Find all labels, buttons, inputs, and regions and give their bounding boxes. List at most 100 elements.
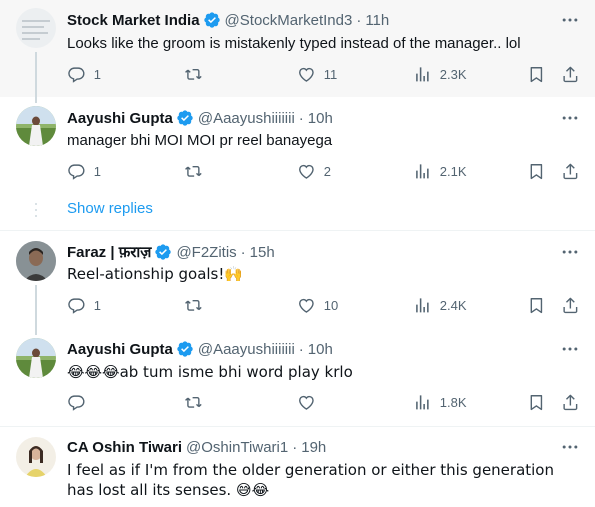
view-count: 2.4K <box>439 297 467 313</box>
bookmark-button[interactable] <box>527 162 546 181</box>
avatar[interactable] <box>16 8 56 48</box>
tweet-header: Stock Market India @StockMarketInd3 · 11… <box>67 10 545 30</box>
separator: · <box>298 340 304 358</box>
share-button[interactable] <box>561 162 580 181</box>
separator: · <box>240 243 246 261</box>
reply-button[interactable]: 1 <box>67 65 101 84</box>
reply-button[interactable]: 1 <box>67 162 101 181</box>
tweet-header: Aayushi Gupta @Aaayushiiiiiii · 10h <box>67 108 545 128</box>
retweet-button[interactable] <box>184 162 203 181</box>
more-icon[interactable] <box>559 10 581 30</box>
avatar[interactable] <box>16 106 56 146</box>
retweet-icon <box>184 393 203 412</box>
bookmark-button[interactable] <box>527 296 546 315</box>
timestamp[interactable]: 10h <box>308 110 333 127</box>
bookmark-button[interactable] <box>527 393 546 412</box>
view-count: 2.3K <box>439 66 467 82</box>
views-icon <box>413 296 432 315</box>
like-icon <box>297 296 316 315</box>
reply-button[interactable]: 1 <box>67 296 101 315</box>
more-icon[interactable] <box>559 242 581 262</box>
reply-icon <box>67 65 86 84</box>
tweet-1[interactable]: Stock Market India @StockMarketInd3 · 11… <box>0 0 595 97</box>
tweet-text: Reel-ationship goals!🙌 <box>67 265 244 283</box>
like-count: 11 <box>323 66 338 82</box>
views-button[interactable]: 2.3K <box>413 65 467 84</box>
tweet-header: Aayushi Gupta @Aaayushiiiiiii · 10h <box>67 339 545 359</box>
reply-count: 1 <box>93 163 101 179</box>
more-icon[interactable] <box>559 339 581 359</box>
tweet-5[interactable]: CA Oshin Tiwari @OshinTiwari1 · 19h I fe… <box>0 427 595 507</box>
action-bar: 1 2 2.1K <box>67 162 579 182</box>
show-replies-link[interactable]: Show replies <box>67 200 153 217</box>
avatar[interactable] <box>16 241 56 281</box>
tweet-4[interactable]: Aayushi Gupta @Aaayushiiiiiii · 10h 😂😂😂a… <box>0 329 595 426</box>
separator: · <box>292 438 298 456</box>
reply-icon <box>67 162 86 181</box>
author-name[interactable]: Aayushi Gupta <box>67 110 173 127</box>
separator: · <box>356 11 362 29</box>
more-icon[interactable] <box>559 108 581 128</box>
views-button[interactable]: 2.4K <box>413 296 467 315</box>
retweet-button[interactable] <box>184 65 203 84</box>
author-handle[interactable]: @Aaayushiiiiiii <box>198 110 295 127</box>
action-bar: 1 11 2.3K <box>67 65 579 85</box>
share-icon <box>561 296 580 315</box>
author-name[interactable]: Aayushi Gupta <box>67 341 173 358</box>
author-handle[interactable]: @F2Zitis <box>176 244 236 261</box>
retweet-icon <box>184 65 203 84</box>
bookmark-icon <box>527 296 546 315</box>
author-handle[interactable]: @Aaayushiiiiiii <box>198 341 295 358</box>
bookmark-icon <box>527 162 546 181</box>
retweet-icon <box>184 162 203 181</box>
author-name[interactable]: CA Oshin Tiwari <box>67 439 182 456</box>
timestamp[interactable]: 15h <box>250 244 275 261</box>
more-icon[interactable] <box>559 437 581 457</box>
timestamp[interactable]: 10h <box>308 341 333 358</box>
like-button[interactable] <box>297 393 316 412</box>
verified-badge-icon <box>203 11 221 29</box>
views-button[interactable]: 2.1K <box>413 162 467 181</box>
views-icon <box>413 162 432 181</box>
thread-line <box>35 285 37 329</box>
reply-button[interactable] <box>67 393 86 412</box>
share-button[interactable] <box>561 296 580 315</box>
retweet-button[interactable] <box>184 393 203 412</box>
tweet-3[interactable]: Faraz | फ़राज़ @F2Zitis · 15h Reel-ation… <box>0 231 595 329</box>
share-button[interactable] <box>561 65 580 84</box>
verified-badge-icon <box>176 109 194 127</box>
author-handle[interactable]: @OshinTiwari1 <box>186 439 288 456</box>
like-button[interactable]: 2 <box>297 162 331 181</box>
author-name[interactable]: Faraz | फ़राज़ <box>67 242 151 262</box>
view-count: 1.8K <box>439 394 467 410</box>
share-button[interactable] <box>561 393 580 412</box>
share-icon <box>561 162 580 181</box>
reply-icon <box>67 296 86 315</box>
bookmark-button[interactable] <box>527 65 546 84</box>
views-button[interactable]: 1.8K <box>413 393 467 412</box>
retweet-icon <box>184 296 203 315</box>
views-icon <box>413 65 432 84</box>
like-icon <box>297 65 316 84</box>
like-count: 2 <box>323 163 331 179</box>
tweet-text: 😂😂😂ab tum isme bhi word play krlo <box>67 363 353 381</box>
reply-icon <box>67 393 86 412</box>
author-name[interactable]: Stock Market India <box>67 12 200 29</box>
verified-badge-icon <box>176 340 194 358</box>
tweet-2[interactable]: Aayushi Gupta @Aaayushiiiiiii · 10h mana… <box>0 97 595 195</box>
like-button[interactable]: 11 <box>297 65 337 84</box>
tweet-text: manager bhi MOI MOI pr reel banayega <box>67 132 333 149</box>
timestamp[interactable]: 19h <box>301 439 326 456</box>
author-handle[interactable]: @StockMarketInd3 <box>225 12 353 29</box>
action-bar: 1.8K <box>67 393 579 413</box>
bookmark-icon <box>527 393 546 412</box>
like-button[interactable]: 10 <box>297 296 338 315</box>
retweet-button[interactable] <box>184 296 203 315</box>
share-icon <box>561 393 580 412</box>
like-count: 10 <box>323 297 339 313</box>
avatar[interactable] <box>16 437 56 477</box>
tweet-text: I feel as if I'm from the older generati… <box>67 461 554 499</box>
avatar[interactable] <box>16 338 56 378</box>
timestamp[interactable]: 11h <box>365 12 389 29</box>
views-icon <box>413 393 432 412</box>
